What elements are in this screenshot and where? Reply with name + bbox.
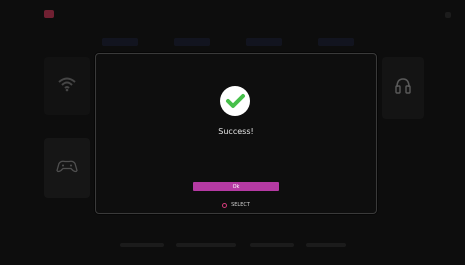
dialog-title: Success! [218,127,254,136]
ok-button[interactable]: Ok [193,182,279,191]
select-hint: SELECT [96,202,376,208]
circle-button-icon [222,202,228,208]
select-hint-label: SELECT [231,202,250,208]
success-check-icon [220,86,250,116]
success-dialog: Success! Ok SELECT [95,53,377,214]
